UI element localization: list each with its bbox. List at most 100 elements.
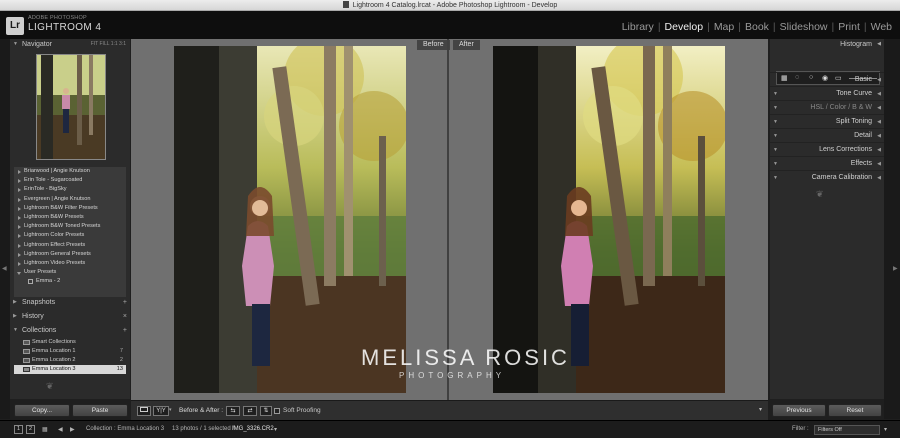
filmstrip-toggle-icon[interactable]: ▾ — [884, 426, 887, 433]
collection-item[interactable]: Emma Location 1 7 — [14, 347, 126, 356]
loupe-view-button[interactable] — [137, 406, 151, 416]
panel-switch-icon[interactable]: ▼ — [773, 157, 778, 171]
preset-folder[interactable]: Evergreen | Angie Knutson — [14, 195, 126, 204]
panel-switch-icon[interactable]: ▼ — [773, 101, 778, 115]
collapse-left-triangle-icon: ◀ — [877, 91, 881, 97]
histogram-header[interactable]: Histogram ◀ — [770, 39, 884, 50]
filter-label: Filter : — [792, 426, 809, 432]
right-panel-toggle[interactable]: ▶ — [884, 39, 900, 419]
watermark-subtitle: PHOTOGRAPHY — [399, 371, 506, 380]
panel-switch-icon[interactable]: ▼ — [773, 115, 778, 129]
preset-folder-user[interactable]: User Presets — [14, 268, 126, 277]
preset-folder[interactable]: Lightroom B&W Toned Presets — [14, 222, 126, 231]
section-lens-corrections[interactable]: ▼ Lens Corrections ◀ — [770, 142, 884, 156]
preset-folder[interactable]: Lightroom B&W Presets — [14, 213, 126, 222]
preset-folder[interactable]: ErinTole - BigSky — [14, 185, 126, 194]
add-snapshot-button[interactable]: + — [123, 297, 127, 308]
snapshots-header[interactable]: ▶ Snapshots + — [10, 297, 130, 308]
history-header[interactable]: ▶ History × — [10, 311, 130, 322]
preset-item[interactable]: Emma - 2 — [14, 277, 126, 286]
toolbar-menu-icon[interactable]: ▾ — [759, 406, 762, 413]
left-panel-toggle[interactable]: ◀ — [0, 39, 10, 419]
presets-list: Briarwood | Angie Knutson Erin Tole - Su… — [14, 167, 126, 298]
filter-select[interactable]: Filters Off — [814, 425, 880, 435]
navigator-zoom-options[interactable]: FIT FILL 1:1 3:1 — [91, 39, 126, 50]
section-effects[interactable]: ▼ Effects ◀ — [770, 156, 884, 170]
before-photo[interactable] — [174, 46, 406, 393]
panel-switch-icon[interactable]: ▼ — [773, 171, 778, 185]
filter-value: Filters Off — [818, 427, 842, 433]
develop-toolbar: Y|Y ▾ Before & After : ⇆ ⇄ ⇅ Soft Proofi… — [131, 400, 768, 420]
module-develop[interactable]: Develop — [661, 21, 708, 33]
collections-header[interactable]: ▼ Collections + — [10, 325, 130, 336]
navigator-preview[interactable] — [36, 54, 106, 160]
collapse-left-triangle-icon: ◀ — [877, 105, 881, 111]
navigator-header[interactable]: ▼ Navigator FIT FILL 1:1 3:1 — [10, 39, 130, 50]
section-hsl[interactable]: ▼ HSL / Color / B & W ◀ — [770, 100, 884, 114]
filename-dropdown-icon[interactable]: ▾ — [274, 426, 277, 433]
preset-folder[interactable]: Lightroom Color Presets — [14, 231, 126, 240]
left-panel: ▼ Navigator FIT FILL 1:1 3:1 Briarwood |… — [10, 39, 130, 399]
grid-view-icon[interactable]: ▦ — [42, 426, 48, 433]
preset-folder[interactable]: Erin Tole - Sugarcoated — [14, 176, 126, 185]
back-arrow-icon[interactable]: ◀ — [58, 426, 63, 433]
collection-item-selected[interactable]: Emma Location 3 13 — [14, 365, 126, 374]
main-window-button[interactable]: 1 — [14, 425, 23, 434]
reset-button[interactable]: Reset — [828, 404, 882, 417]
section-detail[interactable]: ▼ Detail ◀ — [770, 128, 884, 142]
before-label: Before — [417, 40, 450, 50]
preset-folder[interactable]: Lightroom Effect Presets — [14, 241, 126, 250]
module-web[interactable]: Web — [867, 21, 896, 33]
soft-proofing-checkbox[interactable] — [274, 408, 280, 414]
section-tone-curve[interactable]: ▼ Tone Curve ◀ — [770, 86, 884, 100]
filmstrip-filename[interactable]: IMG_3326.CR2 — [232, 426, 274, 432]
preset-item-label: Emma - 2 — [36, 278, 61, 285]
collection-item[interactable]: Smart Collections — [14, 338, 126, 347]
image-workspace: Before After MELISSA ROSIC PHOTOGRAPHY — [131, 39, 768, 400]
develop-sections: Basic ◀ ▼ Tone Curve ◀ ▼ HSL / Color / B & W… — [770, 72, 884, 184]
collection-item[interactable]: Emma Location 2 2 — [14, 356, 126, 365]
copy-after-to-before-button[interactable]: ⇄ — [243, 406, 257, 416]
paste-button[interactable]: Paste — [72, 404, 128, 417]
section-basic[interactable]: Basic ◀ — [770, 72, 884, 86]
module-book[interactable]: Book — [741, 21, 773, 33]
filmstrip-source[interactable]: Collection : Emma Location 3 — [86, 426, 164, 432]
right-arrow-icon: ▶ — [893, 266, 898, 272]
preset-folder[interactable]: Lightroom Video Presets — [14, 259, 126, 268]
swap-before-after-button[interactable]: ⇅ — [260, 406, 272, 416]
module-slideshow[interactable]: Slideshow — [776, 21, 832, 33]
preset-folder[interactable]: Lightroom B&W Filter Presets — [14, 204, 126, 213]
snapshots-title: Snapshots — [22, 299, 56, 306]
panel-switch-icon[interactable]: ▼ — [773, 129, 778, 143]
module-library[interactable]: Library — [618, 21, 658, 33]
clear-history-button[interactable]: × — [123, 311, 127, 322]
panel-switch-icon[interactable]: ▼ — [773, 87, 778, 101]
watermark-name: MELISSA ROSIC — [361, 345, 570, 370]
preset-folder[interactable]: Briarwood | Angie Knutson — [14, 167, 126, 176]
product-name: LIGHTROOM 4 — [28, 22, 102, 33]
forward-arrow-icon[interactable]: ▶ — [70, 426, 75, 433]
collapse-left-triangle-icon: ◀ — [877, 41, 881, 47]
add-collection-button[interactable]: + — [123, 325, 127, 336]
preset-folder[interactable]: Lightroom General Presets — [14, 250, 126, 259]
after-photo[interactable] — [493, 46, 725, 393]
before-after-view-button[interactable]: Y|Y — [153, 406, 169, 416]
collection-label: Smart Collections — [32, 339, 76, 345]
right-panel: Histogram ◀ ▦ ◌ ○ ◉ ▭ Basic ◀ ▼ Tone Curve… — [770, 39, 884, 399]
module-print[interactable]: Print — [834, 21, 864, 33]
view-dropdown-icon[interactable]: ▾ — [169, 407, 172, 413]
copy-button[interactable]: Copy... — [14, 404, 70, 417]
section-split-toning[interactable]: ▼ Split Toning ◀ — [770, 114, 884, 128]
module-map[interactable]: Map — [710, 21, 738, 33]
copy-before-to-after-button[interactable]: ⇆ — [226, 406, 240, 416]
collections-list: Smart Collections Emma Location 1 7 Emma… — [14, 338, 126, 374]
collection-count: 2 — [119, 357, 123, 363]
preset-icon — [28, 279, 33, 285]
secondary-window-button[interactable]: 2 — [26, 425, 35, 434]
window-title: Lightroom 4 Catalog.lrcat - Adobe Photos… — [352, 2, 558, 9]
panel-switch-icon[interactable]: ▼ — [773, 143, 778, 157]
previous-button[interactable]: Previous — [772, 404, 826, 417]
collection-label: Emma Location 3 — [32, 366, 76, 372]
collapse-left-triangle-icon: ◀ — [877, 133, 881, 139]
section-camera-calibration[interactable]: ▼ Camera Calibration ◀ — [770, 170, 884, 184]
